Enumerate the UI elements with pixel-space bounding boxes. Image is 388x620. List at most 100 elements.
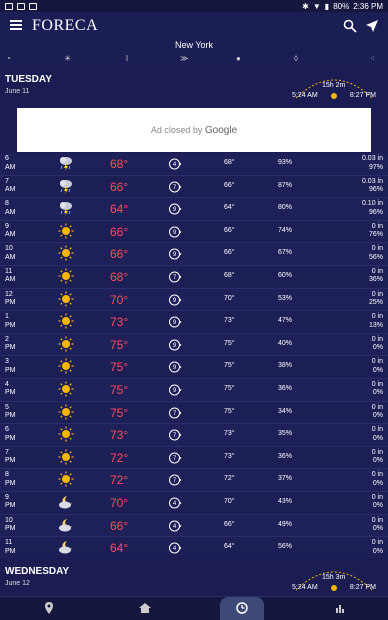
- temperature: 68°: [110, 157, 129, 171]
- hour-period: PM: [5, 525, 16, 532]
- precip-amount: 0 in: [371, 380, 383, 388]
- precipitation: 0.03 in 97%: [362, 155, 383, 172]
- hour-row[interactable]: 9 PM 70° 4 70° 43% 0 in 0%: [0, 491, 388, 515]
- hour-row[interactable]: 8 AM 64° 9 64° 80% 0.10 in 96%: [0, 198, 388, 221]
- precip-amount: 0.10 in: [361, 200, 383, 208]
- hour-row[interactable]: 3 PM 75° 9 75° 38% 0 in 0%: [0, 356, 388, 379]
- hour-time: 11 PM: [5, 539, 16, 556]
- humidity: 60%: [278, 271, 293, 279]
- precipitation: 0 in 0%: [372, 449, 383, 466]
- temperature: 73°: [110, 428, 129, 443]
- hour-value: 10: [5, 516, 13, 524]
- feels-like: 75°: [224, 362, 235, 370]
- precip-amount: 0 in: [371, 539, 383, 547]
- temperature: 75°: [110, 382, 129, 397]
- humidity: 36%: [278, 452, 293, 460]
- clock: 2:36 PM: [353, 1, 383, 11]
- daylight-duration: 15h 3m: [322, 574, 346, 581]
- thunderstorm-icon: [58, 178, 74, 194]
- column-header-icons: ◔ ☀ ǀ ≫ ● ◊ ⁖: [0, 52, 388, 66]
- feels-like: 72°: [224, 475, 235, 483]
- daylight-arc: 15h 3m 5:24 AM 8:27 PM: [292, 560, 376, 592]
- feels-like: 73°: [224, 317, 235, 325]
- precip-amount: 0 in: [371, 448, 383, 456]
- ad-brand: Google: [204, 125, 238, 136]
- hour-value: 11: [5, 267, 13, 275]
- humidity: 56%: [278, 543, 293, 551]
- hour-row[interactable]: 5 PM 75° 7 75° 34% 0 in 0%: [0, 401, 388, 425]
- notification-icon: [17, 2, 25, 10]
- precip-amount: 0 in: [371, 222, 383, 230]
- hour-value: 2: [5, 335, 9, 343]
- wind-speed-icon: 9: [168, 293, 182, 307]
- precip-probability: 0%: [372, 502, 383, 510]
- daylight-duration: 15h 2m: [322, 82, 346, 89]
- temperature: 66°: [110, 247, 129, 262]
- hour-period: PM: [5, 502, 16, 510]
- bottom-navigation: [0, 596, 388, 620]
- hour-row[interactable]: 10 PM 66° 4 66° 49% 0 in 0%: [0, 514, 388, 538]
- svg-text:9: 9: [173, 320, 177, 326]
- weather-icon: ☀: [64, 54, 72, 63]
- feels-like: 73°: [224, 452, 235, 460]
- locate-icon[interactable]: [365, 19, 379, 33]
- sun-icon: [58, 268, 74, 284]
- hour-time: 9 AM: [5, 223, 16, 240]
- precipitation: 0 in 36%: [369, 268, 383, 285]
- hour-period: PM: [5, 299, 16, 307]
- hour-row[interactable]: 10 AM 66° 9 66° 67% 0 in 56%: [0, 243, 388, 266]
- home-icon[interactable]: [138, 601, 152, 615]
- precipitation: 0 in 0%: [372, 404, 383, 421]
- hour-period: AM: [5, 186, 16, 194]
- clock-icon: ◔: [6, 54, 11, 63]
- precip-probability: 0%: [372, 457, 383, 465]
- humidity-icon: ◊: [294, 54, 298, 63]
- hour-row[interactable]: 12 PM 70° 9 70° 53% 0 in 25%: [0, 288, 388, 312]
- hour-row[interactable]: 7 PM 72° 7 73° 36% 0 in 0%: [0, 446, 388, 470]
- hour-row[interactable]: 8 PM 72° 7 72° 37% 0 in 0%: [0, 469, 388, 492]
- hour-period: AM: [5, 253, 16, 261]
- hour-period: PM: [5, 547, 16, 555]
- wind-speed-icon: 9: [168, 225, 182, 239]
- hour-row[interactable]: 6 AM 68° 4 68° 93% 0.03 in 97%: [0, 153, 388, 176]
- menu-icon[interactable]: [10, 20, 22, 30]
- precip-probability: 0%: [372, 479, 383, 487]
- hour-row[interactable]: 9 AM 66° 9 66° 74% 0 in 76%: [0, 220, 388, 244]
- hour-time: 5 PM: [5, 404, 16, 421]
- hour-row[interactable]: 1 PM 73° 9 73° 47% 0 in 13%: [0, 311, 388, 334]
- hour-row[interactable]: 11 PM 64° 4 64° 56% 0 in 0%: [0, 537, 388, 560]
- battery-icon: ▮: [324, 1, 330, 11]
- day-name: WEDNESDAY: [5, 566, 70, 577]
- hour-row[interactable]: 2 PM 75° 9 75° 40% 0 in 0%: [0, 333, 388, 357]
- hourly-clock-icon[interactable]: [235, 601, 249, 615]
- feels-like: 66°: [224, 249, 235, 257]
- svg-text:7: 7: [173, 275, 177, 281]
- temperature: 66°: [110, 518, 129, 533]
- precip-probability: 13%: [368, 321, 383, 329]
- wind-speed-icon: 7: [168, 406, 182, 420]
- wind-speed-icon: 7: [168, 180, 182, 194]
- hour-row[interactable]: 11 AM 68° 7 68° 60% 0 in 36%: [0, 265, 388, 289]
- location-pin-icon[interactable]: [42, 601, 56, 615]
- precipitation: 0 in 76%: [369, 223, 383, 240]
- hour-time: 2 PM: [5, 336, 16, 353]
- humidity: 35%: [278, 430, 293, 438]
- chart-icon[interactable]: [333, 601, 347, 615]
- search-icon[interactable]: [343, 19, 357, 33]
- feels-like: 70°: [224, 497, 235, 505]
- temperature: 75°: [110, 405, 129, 420]
- day-date: June 12: [5, 580, 30, 587]
- hour-row[interactable]: 4 PM 75° 9 75° 36% 0 in 0%: [0, 378, 388, 402]
- svg-text:9: 9: [173, 388, 177, 394]
- hour-row[interactable]: 6 PM 73° 7 73° 35% 0 in 0%: [0, 424, 388, 447]
- humidity: 40%: [278, 339, 293, 347]
- hour-row[interactable]: 7 AM 66° 7 66° 87% 0.03 in 96%: [0, 175, 388, 199]
- app-bar: FORECA: [0, 12, 388, 40]
- precipitation: 0 in 56%: [369, 245, 383, 262]
- svg-text:9: 9: [173, 253, 177, 259]
- svg-text:7: 7: [173, 411, 177, 417]
- status-bar: ✱ ▼ ▮ 80% 2:36 PM: [0, 0, 388, 12]
- app-icon: [29, 2, 37, 10]
- svg-text:7: 7: [173, 185, 177, 191]
- wind-speed-icon: 4: [168, 519, 182, 533]
